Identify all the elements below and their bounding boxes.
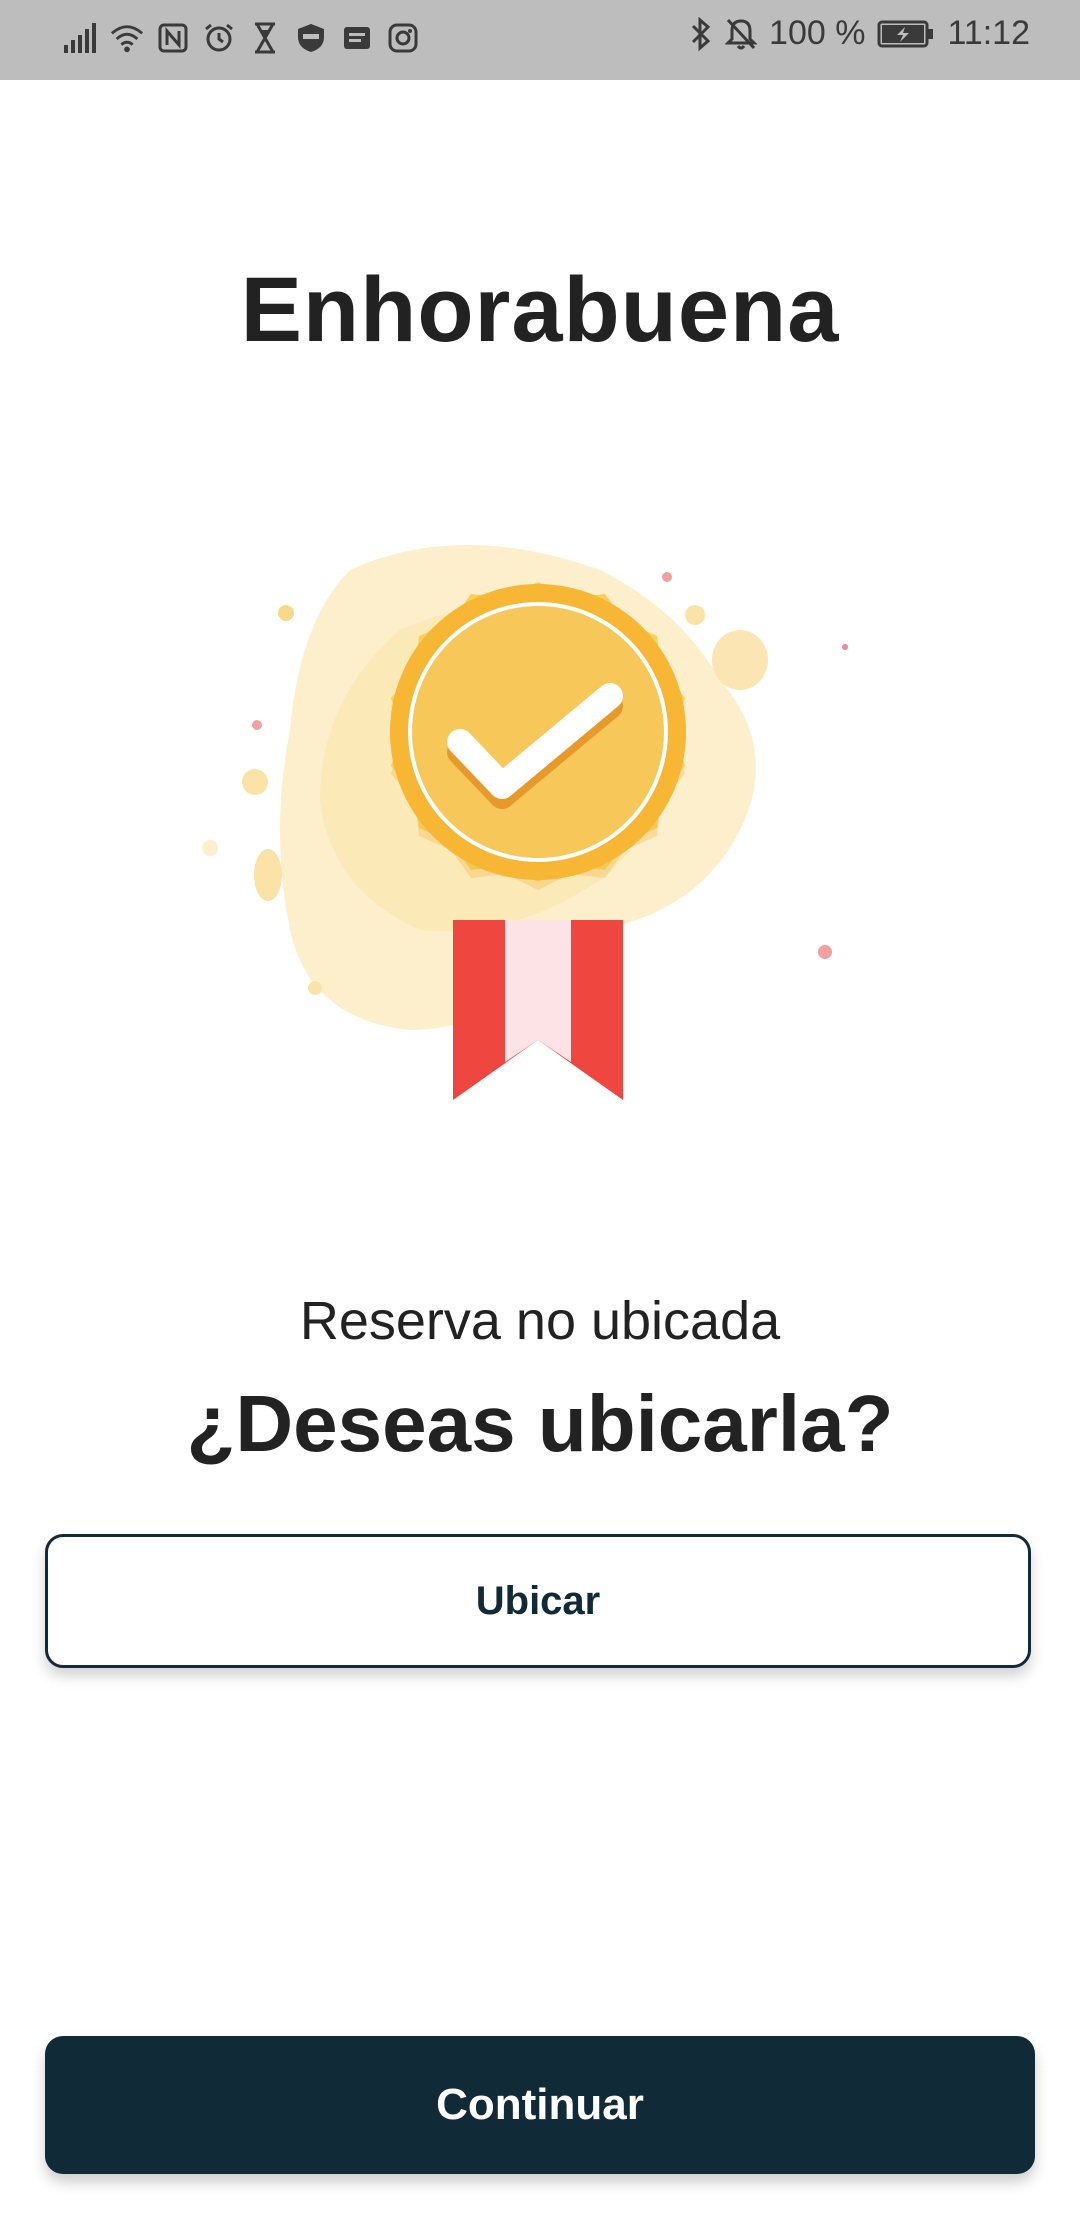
bell-off-icon [725,17,758,51]
continuar-button-label: Continuar [436,2080,644,2129]
shield-badge-icon [294,18,328,58]
hourglass-icon [248,18,282,58]
wifi-icon [110,18,144,58]
battery-charging-icon [877,19,935,49]
ubicar-button-label: Ubicar [475,1578,601,1623]
message-icon [340,18,374,58]
status-left-icons [64,18,420,58]
continuar-button[interactable]: Continuar [45,2036,1035,2174]
award-medal-check-icon [180,510,900,1130]
status-right-icons: 100 % 11:12 [689,14,1030,53]
nfc-icon [156,18,190,58]
battery-percent: 100 % [769,14,866,52]
question-heading: ¿Deseas ubicarla? [186,1379,894,1468]
alarm-icon [202,18,236,58]
ubicar-button[interactable]: Ubicar [45,1534,1031,1668]
status-bar: 100 % 11:12 [0,0,1080,80]
clock-time: 11:12 [947,14,1030,52]
status-subtitle: Reserva no ubicada [299,1291,781,1351]
instagram-icon [386,18,420,58]
bluetooth-icon [689,16,713,51]
page-title: Enhorabuena [240,259,840,361]
signal-icon [64,18,98,58]
